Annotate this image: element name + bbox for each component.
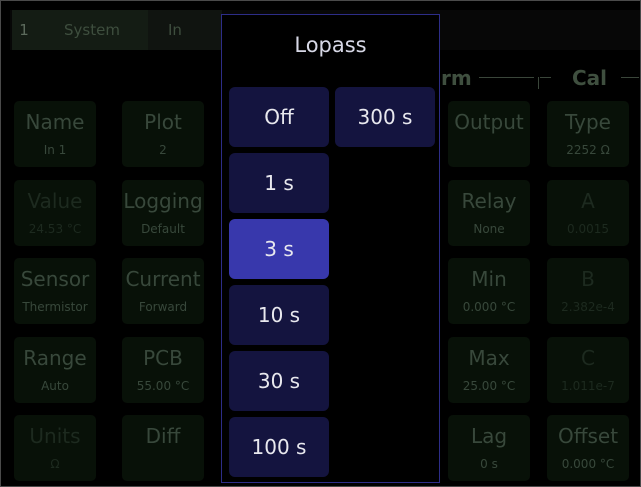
coefficient-c-value: 1.011e-7: [561, 379, 615, 393]
max-value: 25.00 °C: [462, 379, 516, 393]
option-1s-button[interactable]: 1 s: [229, 153, 329, 213]
option-off-button[interactable]: Off: [229, 87, 329, 147]
offset-value: 0.000 °C: [561, 457, 615, 471]
coefficient-b-setting[interactable]: B 2.382e-4: [547, 258, 629, 324]
pcb-value: 55.00 °C: [136, 379, 190, 393]
sensor-value: Thermistor: [22, 300, 88, 314]
name-label: Name: [25, 110, 85, 134]
coefficient-a-value: 0.0015: [567, 222, 609, 236]
coefficient-a-label: A: [581, 189, 595, 213]
value-reading: 24.53 °C: [28, 222, 82, 236]
min-value: 0.000 °C: [462, 300, 516, 314]
current-label: Current: [125, 267, 201, 291]
cal-section-rule-left: [540, 77, 551, 78]
coefficient-b-value: 2.382e-4: [561, 300, 615, 314]
current-setting[interactable]: Current Forward: [122, 258, 204, 324]
alarm-section-rule: [479, 77, 534, 78]
current-value: Forward: [138, 300, 188, 314]
name-value: In 1: [43, 143, 67, 157]
diff-setting[interactable]: Diff: [122, 415, 204, 481]
plot-value: 2: [159, 143, 167, 157]
range-setting[interactable]: Range Auto: [14, 337, 96, 403]
option-3s-button[interactable]: 3 s: [229, 219, 329, 279]
max-label: Max: [468, 346, 510, 370]
tab-input[interactable]: In: [148, 10, 222, 50]
type-value: 2252 Ω: [566, 143, 610, 157]
units-setting[interactable]: Units Ω: [14, 415, 96, 481]
pcb-label: PCB: [143, 346, 183, 370]
coefficient-c-setting[interactable]: C 1.011e-7: [547, 337, 629, 403]
offset-setting[interactable]: Offset 0.000 °C: [547, 415, 629, 481]
lag-value: 0 s: [480, 457, 498, 471]
min-label: Min: [471, 267, 507, 291]
cal-section-title: Cal: [572, 66, 608, 90]
option-300s-button[interactable]: 300 s: [335, 87, 435, 147]
logging-label: Logging: [123, 189, 203, 213]
output-label: Output: [454, 110, 524, 134]
logging-setting[interactable]: Logging Default: [122, 180, 204, 246]
type-setting[interactable]: Type 2252 Ω: [547, 101, 629, 167]
option-30s-button[interactable]: 30 s: [229, 351, 329, 411]
plot-label: Plot: [144, 110, 182, 134]
type-label: Type: [565, 110, 611, 134]
pcb-setting[interactable]: PCB 55.00 °C: [122, 337, 204, 403]
tab-system[interactable]: System: [36, 10, 148, 50]
offset-label: Offset: [557, 424, 619, 448]
alarm-section-title: rm: [441, 66, 472, 90]
option-100s-button[interactable]: 100 s: [229, 417, 329, 477]
lag-label: Lag: [470, 424, 508, 448]
logging-value: Default: [141, 222, 185, 236]
sensor-label: Sensor: [20, 267, 90, 291]
relay-value: None: [473, 222, 505, 236]
max-setting[interactable]: Max 25.00 °C: [448, 337, 530, 403]
min-setting[interactable]: Min 0.000 °C: [448, 258, 530, 324]
tab-channel-number[interactable]: 1: [12, 10, 36, 50]
range-label: Range: [23, 346, 87, 370]
popup-title: Lopass: [294, 33, 367, 57]
units-value: Ω: [50, 457, 60, 471]
units-label: Units: [29, 424, 81, 448]
coefficient-a-setting[interactable]: A 0.0015: [547, 180, 629, 246]
value-setting[interactable]: Value 24.53 °C: [14, 180, 96, 246]
value-label: Value: [27, 189, 83, 213]
coefficient-c-label: C: [581, 346, 595, 370]
plot-setting[interactable]: Plot 2: [122, 101, 204, 167]
sensor-setting[interactable]: Sensor Thermistor: [14, 258, 96, 324]
range-value: Auto: [41, 379, 69, 393]
coefficient-b-label: B: [581, 267, 595, 291]
option-10s-button[interactable]: 10 s: [229, 285, 329, 345]
diff-label: Diff: [145, 424, 181, 448]
section-divider: [538, 77, 539, 89]
relay-setting[interactable]: Relay None: [448, 180, 530, 246]
lag-setting[interactable]: Lag 0 s: [448, 415, 530, 481]
cal-section-rule-right: [621, 77, 639, 78]
output-setting[interactable]: Output: [448, 101, 530, 167]
relay-label: Relay: [461, 189, 517, 213]
name-setting[interactable]: Name In 1: [14, 101, 96, 167]
